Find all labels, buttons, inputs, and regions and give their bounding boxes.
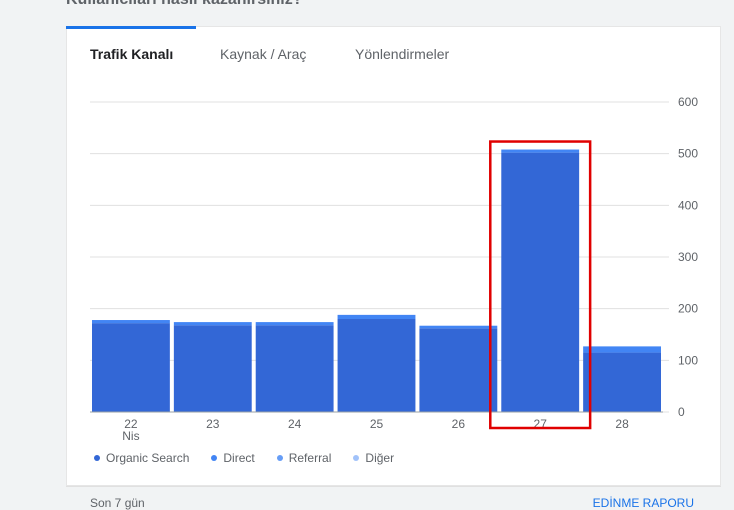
y-tick-label: 500 — [678, 147, 698, 161]
x-tick-sublabel: Nis — [122, 429, 139, 443]
legend-dot-icon — [353, 455, 360, 461]
x-tick-label: 23 — [206, 417, 220, 431]
bar-segment-organic-search — [255, 325, 334, 412]
bar-segment-direct — [583, 346, 661, 353]
bar-segment-organic-search — [419, 328, 498, 412]
bar-segment-direct — [337, 314, 416, 319]
x-tick-label: 28 — [615, 417, 629, 431]
chart-legend: Organic Search Direct Referral Diğer — [94, 451, 394, 465]
bar-segment-organic-search — [501, 152, 580, 412]
x-tick-label: 25 — [370, 417, 384, 431]
legend-item-other[interactable]: Diğer — [353, 451, 394, 465]
y-tick-label: 300 — [678, 250, 698, 264]
legend-label: Referral — [288, 451, 332, 465]
date-range-selector[interactable]: Son 7 gün — [90, 496, 145, 510]
bar-segment-organic-search — [583, 352, 661, 412]
legend-dot-icon — [276, 455, 283, 461]
y-tick-label: 0 — [678, 405, 685, 419]
legend-label: Direct — [223, 451, 255, 465]
x-tick-label: 24 — [288, 417, 302, 431]
bar-segment-direct — [92, 320, 170, 324]
bar-segment-organic-search — [173, 325, 252, 412]
traffic-bar-chart: 010020030040050060022Nis23 24 25 26 27 28 — [90, 95, 698, 443]
y-tick-label: 600 — [678, 95, 698, 109]
acquisition-report-link[interactable]: EDİNME RAPORU — [593, 496, 694, 510]
legend-label: Organic Search — [106, 451, 190, 465]
bar-segment-organic-search — [92, 323, 170, 412]
y-tick-label: 200 — [678, 302, 698, 316]
bar-segment-organic-search — [337, 319, 416, 412]
legend-dot-icon — [94, 455, 100, 461]
bar-segment-direct — [419, 325, 498, 329]
legend-label: Diğer — [365, 451, 395, 465]
legend-item-organic-search[interactable]: Organic Search — [94, 451, 189, 465]
card-footer-divider — [66, 486, 721, 487]
bar-segment-direct — [173, 322, 252, 326]
legend-item-direct[interactable]: Direct — [211, 451, 255, 465]
x-tick-label: 26 — [452, 417, 466, 431]
y-tick-label: 400 — [678, 198, 698, 212]
legend-item-referral[interactable]: Referral — [276, 451, 332, 465]
bar-segment-direct — [255, 322, 334, 326]
bar-segment-direct — [501, 149, 580, 153]
legend-dot-icon — [211, 455, 218, 461]
y-tick-label: 100 — [678, 353, 698, 367]
